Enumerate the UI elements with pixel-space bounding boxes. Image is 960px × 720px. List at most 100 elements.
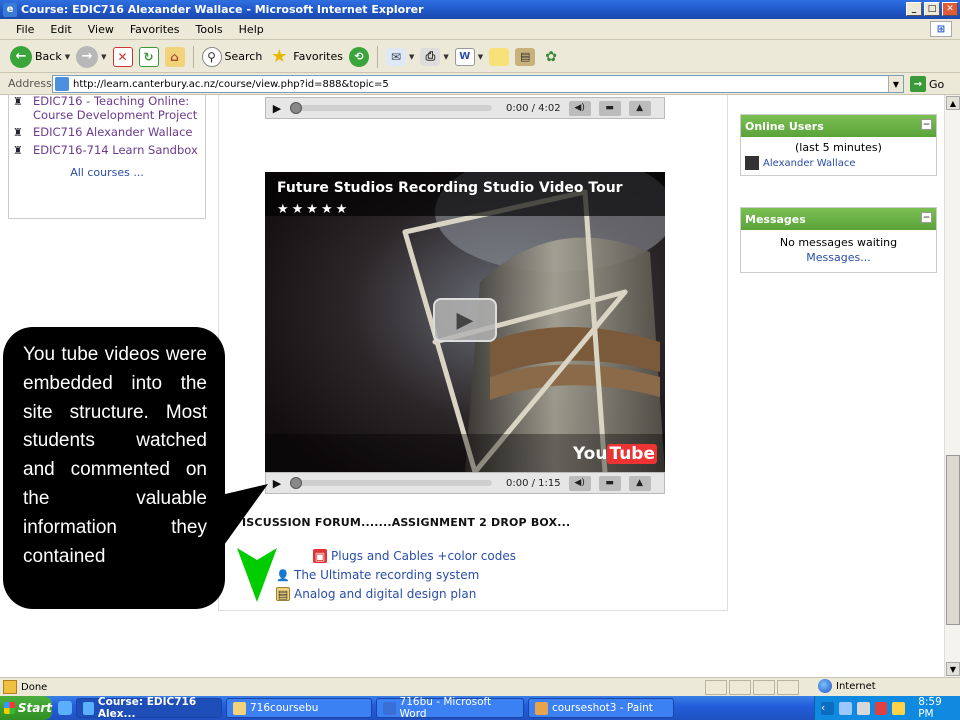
go-button[interactable]: → Go xyxy=(910,76,944,92)
network-icon[interactable] xyxy=(838,701,852,715)
address-dropdown-icon[interactable]: ▼ xyxy=(888,76,903,92)
play-icon[interactable]: ▶ xyxy=(266,477,288,490)
forward-button[interactable]: → ▼ xyxy=(76,45,107,68)
progress-knob[interactable] xyxy=(290,477,302,489)
messages-link[interactable]: Messages... xyxy=(745,251,932,264)
menu-up-icon[interactable]: ▲ xyxy=(628,100,651,116)
security-zone[interactable]: Internet xyxy=(818,679,876,693)
discuss-icon[interactable] xyxy=(489,47,510,66)
search-button[interactable]: ⚲ Search xyxy=(201,46,263,67)
youtube-logo: You Tube xyxy=(573,444,657,464)
menu-favorites[interactable]: Favorites xyxy=(122,23,188,36)
progress-knob[interactable] xyxy=(290,102,302,114)
all-courses-link[interactable]: All courses ... xyxy=(13,166,201,179)
online-users-title: Online Users xyxy=(745,119,824,133)
edit-dropdown-icon[interactable]: ▼ xyxy=(478,53,483,61)
course-icon: ♜ xyxy=(13,144,23,157)
antivirus-icon[interactable] xyxy=(892,701,906,715)
mail-dropdown-icon[interactable]: ▼ xyxy=(409,53,414,61)
stop-icon[interactable]: ✕ xyxy=(112,46,133,67)
research-icon[interactable]: ▤ xyxy=(515,47,536,66)
menu-file[interactable]: File xyxy=(8,23,42,36)
clock[interactable]: 8:59 PM xyxy=(918,696,960,720)
maximize-button[interactable]: □ xyxy=(924,2,940,16)
youtube-video[interactable]: Future Studios Recording Studio Video To… xyxy=(265,172,665,472)
minimize-button[interactable]: _ xyxy=(906,2,922,16)
online-user[interactable]: Alexander Wallace xyxy=(745,156,932,170)
course-link-label: EDIC716-714 Learn Sandbox xyxy=(33,143,198,157)
collapse-icon[interactable]: − xyxy=(921,212,932,223)
resource-link-label: The Ultimate recording system xyxy=(294,568,480,582)
edit-button[interactable]: W ▼ xyxy=(454,47,483,66)
word-edit-icon: W xyxy=(454,47,475,66)
resource-link-label: Analog and digital design plan xyxy=(294,587,477,601)
progress-track[interactable] xyxy=(290,102,492,114)
status-bar: Done Internet xyxy=(0,677,960,696)
favorites-button[interactable]: ★ Favorites xyxy=(268,46,343,68)
ie-icon xyxy=(83,701,94,715)
fullscreen-icon[interactable]: ▬ xyxy=(598,475,621,491)
go-arrow-icon: → xyxy=(910,76,926,92)
forum-assignment-line[interactable]: ISCUSSION FORUM.......ASSIGNMENT 2 DROP … xyxy=(242,516,570,529)
address-input[interactable]: http://learn.canterbury.ac.nz/course/vie… xyxy=(52,75,904,93)
print-button[interactable]: ⎙ ▼ xyxy=(420,47,449,66)
vertical-scrollbar[interactable]: ▲ ▼ xyxy=(944,95,960,677)
resource-link[interactable]: ▤ Analog and digital design plan xyxy=(276,587,476,601)
refresh-icon[interactable]: ↻ xyxy=(138,46,159,67)
taskbar-item-label: courseshot3 - Paint xyxy=(552,702,653,714)
course-link[interactable]: ♜ EDIC716 Alexander Wallace xyxy=(13,125,201,140)
volume-icon[interactable]: ◀) xyxy=(568,475,591,491)
volume-icon[interactable]: ◀) xyxy=(568,100,591,116)
course-link[interactable]: ♜ EDIC716-714 Learn Sandbox xyxy=(13,143,201,158)
online-users-header: Online Users − xyxy=(741,115,936,137)
back-button[interactable]: ← Back ▼ xyxy=(10,45,70,68)
scroll-thumb[interactable] xyxy=(946,455,960,625)
taskbar-item-label: Course: EDIC716 Alex... xyxy=(97,696,197,720)
taskbar-item-folder[interactable]: 716coursebu xyxy=(226,698,372,718)
scroll-up-icon[interactable]: ▲ xyxy=(946,96,960,110)
search-label: Search xyxy=(224,50,263,63)
taskbar-item-word[interactable]: 716bu - Microsoft Word xyxy=(376,696,524,720)
taskbar-item-label: 716coursebu xyxy=(250,702,319,714)
forward-dropdown-icon[interactable]: ▼ xyxy=(101,53,106,61)
status-pane xyxy=(729,680,751,695)
play-icon[interactable]: ▶ xyxy=(266,102,288,115)
big-play-icon[interactable]: ▶ xyxy=(433,298,497,342)
close-button[interactable]: ✕ xyxy=(942,2,958,16)
tray-expand-icon[interactable]: ‹ xyxy=(821,701,834,715)
resource-link[interactable]: ▣ Plugs and Cables +color codes xyxy=(313,549,516,563)
resource-link[interactable]: 👤 The Ultimate recording system xyxy=(276,568,479,582)
menu-up-icon[interactable]: ▲ xyxy=(628,475,651,491)
security-shield-icon[interactable] xyxy=(874,701,888,715)
status-text: Done xyxy=(21,681,48,693)
folder-icon xyxy=(233,701,246,715)
home-icon[interactable]: ⌂ xyxy=(164,46,185,67)
menu-help[interactable]: Help xyxy=(231,23,272,36)
volume-tray-icon[interactable] xyxy=(856,701,870,715)
green-down-arrow-icon xyxy=(237,548,277,602)
menu-edit[interactable]: Edit xyxy=(42,23,79,36)
window-title-bar[interactable]: e Course: EDIC716 Alexander Wallace - Mi… xyxy=(0,0,960,19)
scroll-down-icon[interactable]: ▼ xyxy=(946,662,960,676)
video-player-controls-top: ▶ 0:00 / 4:02 ◀) ▬ ▲ xyxy=(265,97,665,119)
history-icon[interactable]: ⟲ xyxy=(349,46,369,67)
back-dropdown-icon[interactable]: ▼ xyxy=(65,53,70,61)
fullscreen-icon[interactable]: ▬ xyxy=(598,100,621,116)
print-dropdown-icon[interactable]: ▼ xyxy=(443,53,448,61)
resource-link-label: Plugs and Cables +color codes xyxy=(331,549,516,563)
start-button[interactable]: Start xyxy=(0,696,52,720)
progress-track[interactable] xyxy=(290,477,492,489)
status-panes xyxy=(705,680,799,695)
taskbar-item-ie[interactable]: Course: EDIC716 Alex... xyxy=(76,696,222,720)
back-label: Back xyxy=(35,50,62,63)
messenger-icon[interactable]: ✿ xyxy=(541,48,561,66)
taskbar-item-paint[interactable]: courseshot3 - Paint xyxy=(528,698,674,718)
menu-tools[interactable]: Tools xyxy=(188,23,231,36)
menu-view[interactable]: View xyxy=(80,23,122,36)
video-rating: ★★★★★ xyxy=(277,202,351,217)
ie-quicklaunch-icon[interactable] xyxy=(58,701,72,715)
collapse-icon[interactable]: − xyxy=(921,119,932,130)
messages-status: No messages waiting xyxy=(779,236,898,249)
mail-button[interactable]: ✉ ▼ xyxy=(386,47,414,66)
course-link[interactable]: ♜ EDIC716 - Teaching Online: Course Deve… xyxy=(13,95,201,122)
